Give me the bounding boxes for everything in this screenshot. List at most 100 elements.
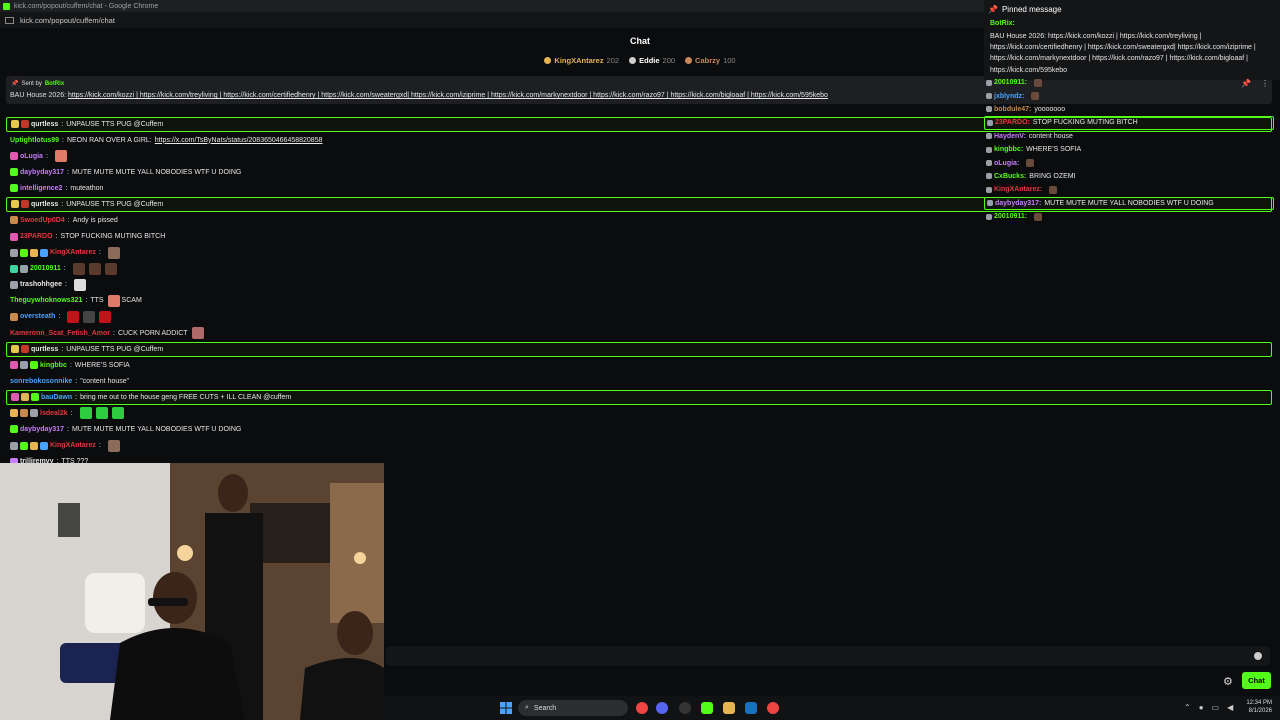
chat-username[interactable]: KingXAntarez:	[994, 186, 1042, 193]
chat-username[interactable]: KingXAntarez	[50, 249, 96, 256]
chat-username[interactable]: SwoedUp0D4	[20, 217, 65, 224]
emote-icon[interactable]	[1034, 78, 1043, 87]
emote-icon[interactable]	[83, 310, 96, 323]
secondary-chat-message[interactable]: 23PARDO: STOP FUCKING MUTING BITCH	[984, 116, 1274, 130]
chat-username[interactable]: qurtless	[31, 201, 58, 208]
emote-icon[interactable]	[1026, 159, 1035, 168]
chat-username[interactable]: sonrebokosonnike	[10, 378, 72, 385]
chat-message[interactable]: Kameronn_Scat_Fetish_Amor: CUCK PORN ADDI…	[6, 325, 1272, 341]
top-gifter[interactable]: KingXAntarez 202	[544, 56, 619, 65]
secondary-message-list[interactable]: 20010911: jxblyndz: bobdule47: yooooooo 23PA…	[984, 76, 1274, 226]
emote-icon[interactable]	[1049, 185, 1058, 194]
secondary-chat-message[interactable]: 20010911:	[984, 76, 1274, 89]
emote-icon[interactable]	[95, 407, 108, 420]
chat-username[interactable]: KingXAntarez	[50, 442, 96, 449]
chat-message[interactable]: KingXAntarez:	[6, 438, 1272, 454]
chat-link[interactable]: https://x.com/TsByNats/status/2083650466…	[155, 137, 323, 144]
chat-message[interactable]: kingbbc: WHERE'S SOFIA	[6, 357, 1272, 373]
steam-icon[interactable]	[745, 702, 757, 714]
chat-username[interactable]: lsdeal2k	[40, 410, 68, 417]
chat-username[interactable]: 20010911:	[994, 79, 1027, 86]
chat-username[interactable]: Theguywhoknows321	[10, 297, 82, 304]
gifter-name[interactable]: Cabrzy	[695, 56, 720, 65]
more-options-icon[interactable]: ⋮	[1261, 79, 1269, 88]
chat-username[interactable]: bauDawn	[41, 394, 72, 401]
chat-username[interactable]: qurtless	[31, 121, 58, 128]
chat-message[interactable]: oversteath:	[6, 309, 1272, 325]
chat-message[interactable]: trashohhgee:	[6, 277, 1272, 293]
chat-message[interactable]: 20010911:	[6, 261, 1272, 277]
file-explorer-icon[interactable]	[723, 702, 735, 714]
emote-icon[interactable]	[73, 278, 86, 291]
chat-username[interactable]: oversteath	[20, 313, 55, 320]
chat-username[interactable]: kingbbc	[40, 362, 67, 369]
emote-icon[interactable]	[191, 327, 204, 340]
emote-icon[interactable]	[111, 407, 124, 420]
clock[interactable]: 12:34 PM 8/1/2026	[1246, 699, 1272, 715]
chat-username[interactable]: CxBucks:	[994, 173, 1026, 180]
chat-message[interactable]: KingXAntarez:	[6, 245, 1272, 261]
emote-icon[interactable]	[88, 262, 101, 275]
chat-username[interactable]: jxblyndz:	[994, 93, 1024, 100]
chat-username[interactable]: HaydenV:	[994, 133, 1026, 140]
chat-username[interactable]: 20010911	[30, 265, 61, 272]
chat-username[interactable]: daybyday317	[20, 426, 64, 433]
chat-message[interactable]: daybyday317: MUTE MUTE MUTE YALL NOBODIES…	[6, 421, 1272, 437]
chat-username[interactable]: Kameronn_Scat_Fetish_Amor	[10, 330, 110, 337]
emote-icon[interactable]	[107, 439, 120, 452]
top-gifter[interactable]: Eddie 200	[629, 56, 675, 65]
emote-icon[interactable]	[99, 310, 112, 323]
kick-app-icon[interactable]	[701, 702, 713, 714]
taskbar-search[interactable]: ⌕ Search	[518, 700, 628, 716]
emote-icon[interactable]	[1034, 212, 1043, 221]
emote-icon[interactable]	[54, 150, 67, 163]
chat-settings-gear-icon[interactable]: ⚙	[1223, 675, 1235, 688]
emote-icon[interactable]	[67, 310, 80, 323]
chat-message[interactable]: lsdeal2k:	[6, 405, 1272, 421]
secondary-chat-message[interactable]: 20010911:	[984, 210, 1274, 223]
chat-username[interactable]: oLugia:	[994, 160, 1019, 167]
send-chat-button[interactable]: Chat	[1242, 672, 1271, 689]
chat-message[interactable]: sonrebokosonnike: "content house"	[6, 373, 1272, 389]
unpin-icon[interactable]: 📌	[1241, 79, 1251, 88]
secondary-chat-message[interactable]: oLugia:	[984, 156, 1274, 169]
secondary-chat-message[interactable]: bobdule47: yooooooo	[984, 103, 1274, 116]
pinned-links[interactable]: https://kick.com/kozzi | https://kick.co…	[68, 92, 828, 99]
top-gifter[interactable]: Cabrzy 100	[685, 56, 736, 65]
secondary-chat-message[interactable]: jxblyndz:	[984, 89, 1274, 102]
emoji-picker-icon[interactable]	[1254, 652, 1262, 660]
chat-username[interactable]: daybyday317:	[995, 200, 1041, 207]
discord-icon[interactable]	[656, 702, 668, 714]
chat-message[interactable]: bauDawn: bring me out to the house geng F…	[6, 389, 1272, 405]
emote-icon[interactable]	[79, 407, 92, 420]
chat-message[interactable]: qurtless: UNPAUSE TTS PUG @Cuffem	[6, 341, 1272, 357]
emote-icon[interactable]	[107, 294, 120, 307]
chat-username[interactable]: qurtless	[31, 346, 58, 353]
emote-icon[interactable]	[72, 262, 85, 275]
emote-icon[interactable]	[107, 246, 120, 259]
emote-icon[interactable]	[104, 262, 117, 275]
secondary-chat-message[interactable]: daybyday317: MUTE MUTE MUTE YALL NOBODIES…	[984, 196, 1274, 210]
mic-icon[interactable]: ●	[1199, 703, 1204, 712]
secondary-chat-message[interactable]: KingXAntarez:	[984, 183, 1274, 196]
url-text[interactable]: kick.com/popout/cuffem/chat	[20, 16, 115, 25]
pinned-bot-name[interactable]: BotRix	[45, 81, 64, 87]
chat-username[interactable]: 20010911:	[994, 213, 1027, 220]
chat-input-box[interactable]	[386, 646, 1270, 666]
secondary-chat-message[interactable]: HaydenV: content house	[984, 130, 1274, 143]
chat-username[interactable]: intelligence2	[20, 185, 62, 192]
chat-username[interactable]: trashohhgee	[20, 281, 62, 288]
emote-icon[interactable]	[1031, 92, 1040, 101]
chrome-active-icon[interactable]	[767, 702, 779, 714]
chat-message[interactable]: Theguywhoknows321: TTS SCAM	[6, 293, 1272, 309]
site-info-icon[interactable]	[5, 16, 14, 24]
secondary-chat-message[interactable]: kingbbc: WHERE'S SOFIA	[984, 143, 1274, 156]
chat-username[interactable]: 23PARDO:	[995, 119, 1030, 126]
secondary-pinned-bot[interactable]: BotRix:	[990, 20, 1015, 27]
chat-input[interactable]	[392, 650, 1236, 664]
volume-icon[interactable]: ◀	[1227, 703, 1233, 712]
chrome-icon[interactable]	[636, 702, 648, 714]
windows-start-icon[interactable]	[500, 702, 512, 714]
app-icon[interactable]	[679, 702, 691, 714]
chat-username[interactable]: daybyday317	[20, 169, 64, 176]
